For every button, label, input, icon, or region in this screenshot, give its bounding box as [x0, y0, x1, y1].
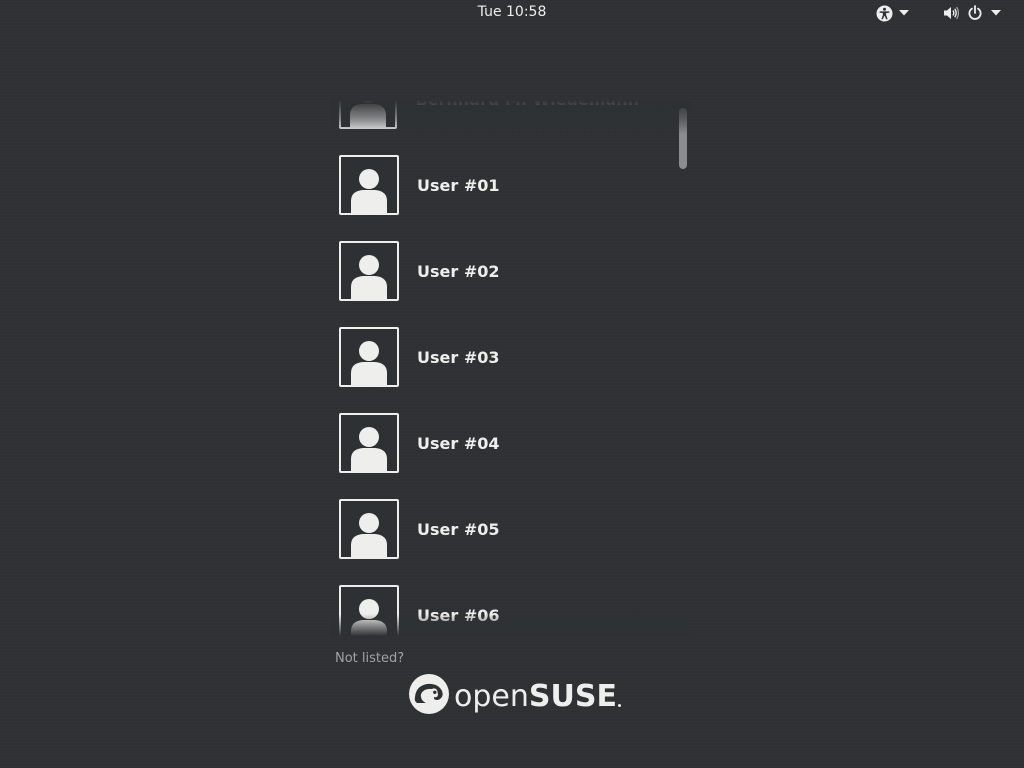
- logo-text-open: open: [454, 678, 529, 714]
- user-name: User #05: [417, 519, 500, 539]
- user-item-partial[interactable]: Bernhard M. Wiedemann: [339, 100, 639, 131]
- user-name: User #01: [417, 175, 500, 195]
- avatar: [339, 585, 399, 636]
- chevron-down-icon: [899, 10, 909, 16]
- user-icon: [351, 255, 387, 299]
- user-item-01[interactable]: User #01: [339, 153, 639, 217]
- logo-text-suse: SUSE: [528, 678, 617, 714]
- user-list[interactable]: Bernhard M. Wiedemann User #01 User #02: [330, 100, 690, 636]
- user-item-03[interactable]: User #03: [339, 325, 639, 389]
- user-item-04[interactable]: User #04: [339, 411, 639, 475]
- user-name: User #04: [417, 433, 500, 453]
- user-name: User #03: [417, 347, 500, 367]
- user-name: User #06: [417, 605, 500, 625]
- avatar: [339, 241, 399, 301]
- avatar: [339, 327, 399, 387]
- user-name: User #02: [417, 261, 500, 281]
- opensuse-chameleon-icon: [407, 672, 451, 720]
- clock: Tue 10:58: [0, 4, 1024, 20]
- accessibility-menu[interactable]: [876, 3, 909, 23]
- volume-icon: [943, 5, 959, 21]
- user-item-05[interactable]: User #05: [339, 497, 639, 561]
- chevron-down-icon: [991, 10, 1001, 16]
- user-icon: [351, 513, 387, 557]
- user-icon: [351, 427, 387, 471]
- top-bar: Tue 10:58: [0, 0, 1024, 26]
- user-item-06[interactable]: User #06: [339, 583, 639, 636]
- accessibility-icon: [876, 5, 893, 22]
- avatar: [339, 155, 399, 215]
- clock-label[interactable]: Tue 10:58: [478, 4, 547, 20]
- user-icon: [350, 100, 387, 127]
- logo-dot: [617, 703, 621, 707]
- user-icon: [351, 169, 387, 213]
- opensuse-wordmark: openSUSE: [454, 679, 617, 714]
- not-listed-link[interactable]: Not listed?: [335, 651, 404, 666]
- user-list-scrollbar[interactable]: [679, 108, 687, 636]
- login-screen: Tue 10:58 User #01 User #02 User #03 Use…: [0, 0, 1024, 768]
- scrollbar-thumb[interactable]: [679, 108, 687, 169]
- user-name: Bernhard M. Wiedemann: [415, 100, 639, 109]
- user-item-02[interactable]: User #02: [339, 239, 639, 303]
- system-menu[interactable]: [943, 3, 1001, 23]
- user-icon: [351, 341, 387, 385]
- avatar: [339, 499, 399, 559]
- user-icon: [351, 599, 387, 636]
- power-icon: [967, 5, 983, 21]
- avatar: [339, 413, 399, 473]
- opensuse-logo: openSUSE: [407, 674, 621, 718]
- avatar: [339, 100, 398, 129]
